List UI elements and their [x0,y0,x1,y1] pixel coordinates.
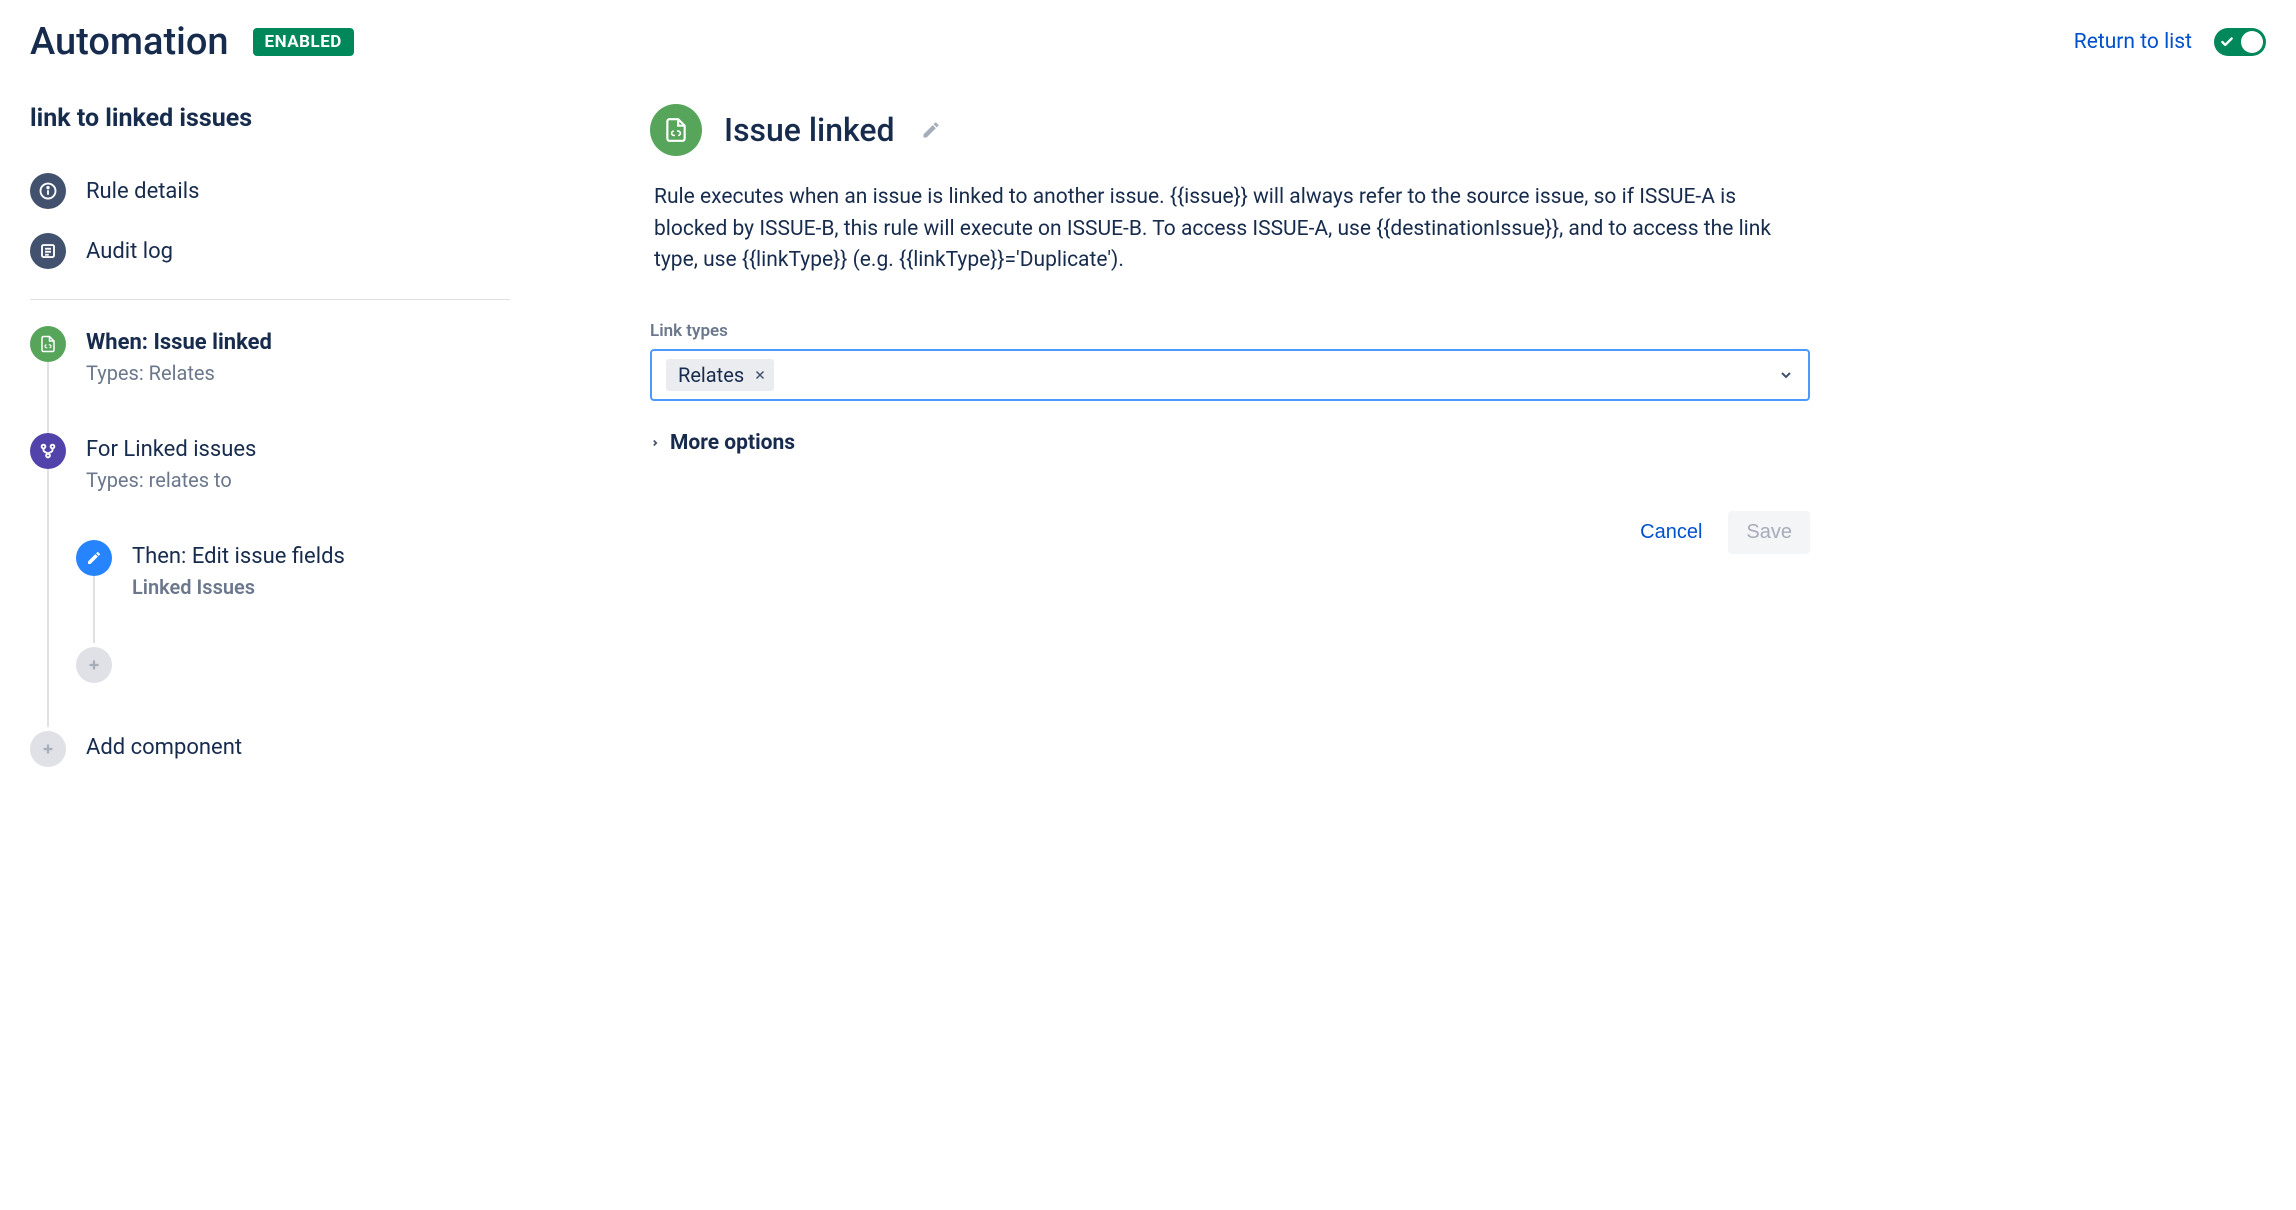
main-panel: Issue linked Rule executes when an issue… [650,104,1810,767]
nav-label: Rule details [86,179,199,204]
flow-trigger[interactable]: When: Issue linked Types: Relates [30,326,510,433]
info-icon [30,173,66,209]
save-button[interactable]: Save [1728,511,1810,554]
chevron-down-icon [1778,367,1794,383]
flow-nested-group: Then: Edit issue fields Linked Issues [76,540,510,683]
page-content: link to linked issues Rule details Audit… [30,104,2266,767]
panel-title: Issue linked [724,111,895,149]
toggle-knob [2241,31,2263,53]
edit-title-button[interactable] [917,116,945,144]
action-buttons: Cancel Save [650,511,1810,554]
sidebar-divider [30,299,510,300]
remove-tag-button[interactable] [754,369,766,381]
header-left: Automation ENABLED [30,20,354,64]
flow-text: Add component [86,731,242,760]
flow-action-subtitle: Linked Issues [132,575,345,599]
selected-link-type-tag: Relates [666,359,774,391]
flow-add-component[interactable]: Add component [30,731,510,767]
field-label: Link types [650,321,1810,341]
rule-enabled-toggle[interactable] [2214,28,2266,56]
rule-name: link to linked issues [30,104,510,133]
flow-trigger-subtitle: Types: Relates [86,361,272,385]
flow-action[interactable]: Then: Edit issue fields Linked Issues [76,540,510,647]
page-header: Automation ENABLED Return to list [30,20,2266,64]
cancel-button[interactable]: Cancel [1622,511,1720,554]
return-to-list-link[interactable]: Return to list [2074,30,2192,54]
status-badge-enabled: ENABLED [253,28,354,56]
nav-audit-log[interactable]: Audit log [30,221,510,281]
flow-text: For Linked issues Types: relates to [86,433,256,492]
flow-branch-subtitle: Types: relates to [86,468,256,492]
flow-action-title: Then: Edit issue fields [132,544,345,569]
link-types-field: Link types Relates [650,321,1810,401]
header-right: Return to list [2074,28,2266,56]
nav-rule-details[interactable]: Rule details [30,161,510,221]
page-link-icon [650,104,702,156]
sidebar: link to linked issues Rule details Audit… [30,104,510,767]
pencil-icon [76,540,112,576]
page-link-icon [30,326,66,362]
flow-text: Then: Edit issue fields Linked Issues [132,540,345,599]
more-options-label: More options [670,431,795,455]
flow-trigger-title: When: Issue linked [86,330,272,355]
flow-add-inner[interactable] [76,647,510,683]
flow-branch-title: For Linked issues [86,437,256,462]
main-header: Issue linked [650,104,1810,156]
chevron-right-icon [650,436,660,450]
tag-label: Relates [678,363,744,387]
flow-text: When: Issue linked Types: Relates [86,326,272,385]
add-component-label: Add component [86,735,242,760]
spacer [30,683,510,731]
flow-branch[interactable]: For Linked issues Types: relates to [30,433,510,540]
link-types-select[interactable]: Relates [650,349,1810,401]
list-icon [30,233,66,269]
page-title: Automation [30,20,229,64]
rule-flow: When: Issue linked Types: Relates For Li… [30,326,510,767]
check-icon [2220,35,2234,49]
branch-icon [30,433,66,469]
more-options-toggle[interactable]: More options [650,431,1810,455]
plus-icon [30,731,66,767]
trigger-description: Rule executes when an issue is linked to… [654,182,1810,277]
nav-label: Audit log [86,239,173,264]
plus-icon [76,647,112,683]
